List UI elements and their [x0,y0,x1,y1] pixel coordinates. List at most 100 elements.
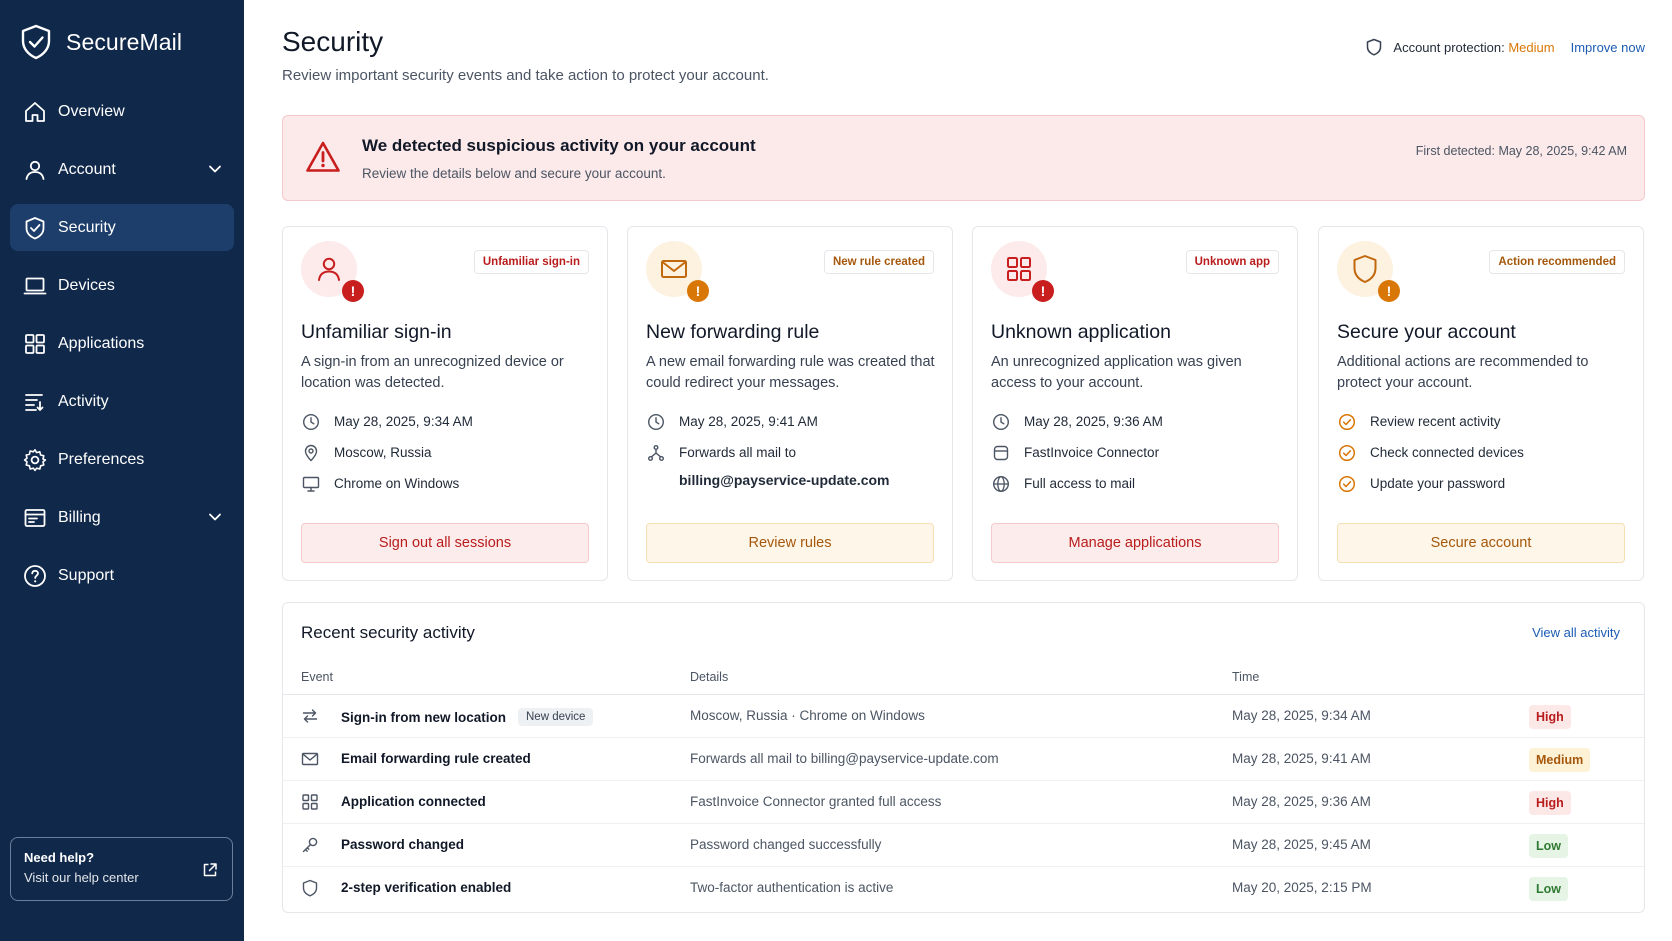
sidebar-item-label: Account [58,160,116,178]
improve-now-link[interactable]: Improve now [1571,40,1645,55]
card-checklist-row[interactable]: Update your password [1337,474,1505,494]
secure-account-button[interactable]: Secure account [1337,523,1625,563]
user-icon [22,157,48,183]
sidebar-item-security[interactable]: Security [10,204,234,251]
sidebar-item-billing[interactable]: Billing [10,494,234,541]
severity-badge: High [1529,705,1571,729]
location-pin-icon [301,443,321,463]
view-all-activity-link[interactable]: View all activity [1532,625,1620,640]
card-badge: Action recommended [1489,250,1625,274]
sidebar-item-preferences[interactable]: Preferences [10,436,234,483]
clock-icon [301,412,321,432]
table-row[interactable]: Email forwarding rule created Forwards a… [283,738,1644,781]
card-detail-text: Forwards all mail to [679,445,797,460]
card-description: An unrecognized application was given ac… [991,354,1242,391]
activity-list-icon [22,389,48,415]
event-details: Two-factor authentication is active [690,880,894,895]
event-details: Forwards all mail to billing@payservice-… [690,751,999,766]
chevron-down-icon [208,510,222,524]
warning-triangle-icon [305,140,341,174]
recent-security-activity: Recent security activity View all activi… [282,602,1645,913]
card-detail-row: Full access to mail [991,474,1135,494]
card-detail-text: Chrome on Windows [334,476,460,491]
sidebar-item-overview[interactable]: Overview [10,88,234,135]
card-title: Secure your account [1337,321,1516,343]
manage-applications-button[interactable]: Manage applications [991,523,1279,563]
help-circle-icon [22,563,48,589]
column-header-event: Event [301,670,333,684]
sidebar-nav: Overview Account Security Devices Applic… [10,88,234,610]
card-title: New forwarding rule [646,321,820,343]
sidebar-item-label: Preferences [58,450,145,468]
sidebar-item-label: Devices [58,276,115,294]
brand[interactable]: SecureMail [20,24,182,60]
check-circle-icon [1337,474,1357,494]
forward-branch-icon [646,443,666,463]
card-checklist-row[interactable]: Check connected devices [1337,443,1524,463]
shield-icon [1365,38,1383,56]
event-details: Moscow, Russia · Chrome on Windows [690,708,925,723]
suspicious-activity-alert: We detected suspicious activity on your … [282,115,1645,201]
event-details: FastInvoice Connector granted full acces… [690,794,942,809]
globe-icon [991,474,1011,494]
page-title: Security [282,26,384,57]
table-row[interactable]: Application connected FastInvoice Connec… [283,781,1644,824]
sidebar-item-activity[interactable]: Activity [10,378,234,425]
event-time: May 28, 2025, 9:41 AM [1232,751,1371,766]
account-protection-status: Account protection: Medium Improve now [1365,38,1645,56]
card-badge: Unfamiliar sign-in [473,250,589,274]
brand-name: SecureMail [66,28,183,55]
table-row[interactable]: Sign-in from new location New device Mosc… [283,695,1644,738]
table-row[interactable]: Password changed Password changed succes… [283,824,1644,867]
sidebar-item-account[interactable]: Account [10,146,234,193]
severity-badge: Low [1529,877,1568,901]
check-circle-icon [1337,443,1357,463]
card-detail-row: May 28, 2025, 9:36 AM [991,412,1163,432]
help-center-link[interactable]: Need help? Visit our help center [10,837,233,901]
event-time: May 28, 2025, 9:34 AM [1232,708,1371,723]
shield-check-icon [20,24,52,60]
clock-icon [991,412,1011,432]
column-header-time: Time [1232,670,1260,684]
card-detail-text: Check connected devices [1370,445,1524,460]
sign-out-all-sessions-button[interactable]: Sign out all sessions [301,523,589,563]
event-name: Application connected [341,794,486,809]
card-detail-text: Full access to mail [1024,476,1136,491]
event-name: Sign-in from new location [341,709,506,725]
table-row[interactable]: 2-step verification enabled Two-factor a… [283,867,1644,910]
card-detail-row: Forwards all mail to billing@payservice-… [646,443,890,490]
card-detail-row: Moscow, Russia [301,443,432,463]
clock-icon [646,412,666,432]
mail-icon [301,750,319,768]
card-description: A new email forwarding rule was created … [646,354,935,391]
sidebar-item-label: Activity [58,392,109,410]
chevron-down-icon [208,162,222,176]
alert-title: We detected suspicious activity on your … [362,136,756,155]
forwarding-address: billing@payservice-update.com [679,472,890,488]
card-detail-text: Update your password [1370,476,1506,491]
sidebar-item-support[interactable]: Support [10,552,234,599]
sidebar: SecureMail Overview Account Security Dev… [0,0,244,941]
key-icon [301,836,319,854]
shield-check-icon [22,215,48,241]
user-alert-icon: ! [301,241,364,302]
sidebar-item-label: Security [58,218,116,236]
alert-dot-icon: ! [342,280,364,302]
table-header: Event Details Time [283,665,1644,695]
card-checklist-row[interactable]: Review recent activity [1337,412,1501,432]
home-icon [22,99,48,125]
external-link-icon [202,862,218,878]
card-badge: Unknown app [1185,250,1279,274]
severity-badge: High [1529,791,1571,815]
grid-icon [301,793,319,811]
apps-alert-icon: ! [991,241,1054,302]
review-rules-button[interactable]: Review rules [646,523,934,563]
help-title: Need help? [24,850,95,865]
card-detail-text: Moscow, Russia [334,445,432,460]
event-time: May 28, 2025, 9:36 AM [1232,794,1371,809]
shield-icon [301,879,319,897]
card-detail-row: May 28, 2025, 9:34 AM [301,412,473,432]
sidebar-item-devices[interactable]: Devices [10,262,234,309]
sidebar-item-applications[interactable]: Applications [10,320,234,367]
alert-dot-icon: ! [1378,280,1400,302]
